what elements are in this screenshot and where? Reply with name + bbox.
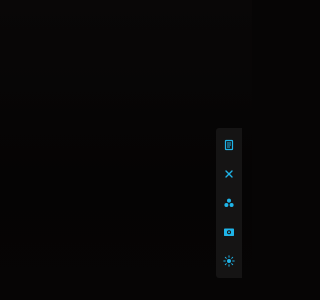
screen-capture-icon bbox=[224, 228, 234, 237]
close-icon bbox=[225, 170, 233, 178]
sun-settings-icon bbox=[223, 255, 235, 268]
three-dots-cluster-icon bbox=[224, 198, 234, 207]
document-button[interactable] bbox=[219, 135, 239, 155]
close-button[interactable] bbox=[219, 164, 239, 184]
screen-capture-button[interactable] bbox=[219, 222, 239, 242]
settings-button[interactable] bbox=[219, 251, 239, 271]
viewport-background bbox=[0, 0, 252, 300]
document-icon bbox=[224, 139, 234, 150]
cluster-button[interactable] bbox=[219, 193, 239, 213]
floating-side-toolbar bbox=[216, 128, 242, 278]
